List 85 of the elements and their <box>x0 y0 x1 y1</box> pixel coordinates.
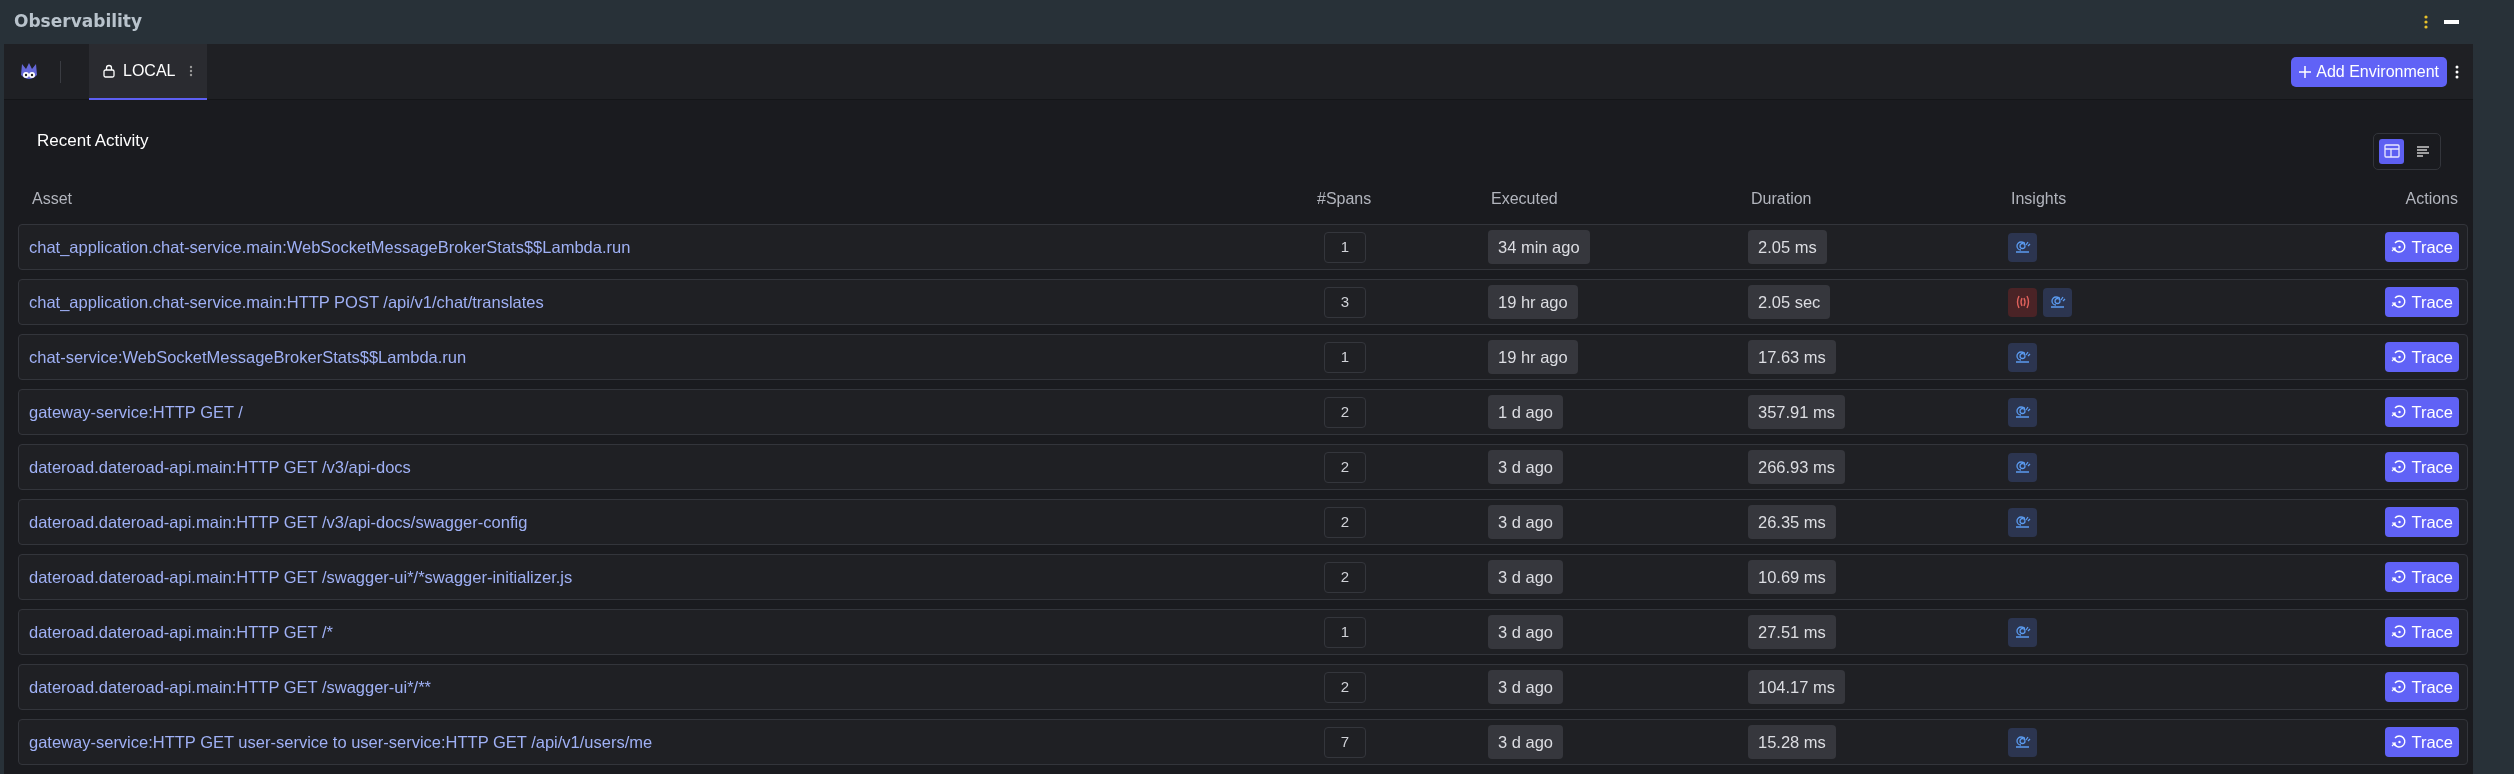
executed-time: 3 d ago <box>1488 669 1564 705</box>
trace-button[interactable]: Trace <box>2385 506 2459 538</box>
trace-button[interactable]: Trace <box>2385 726 2459 758</box>
column-header: Duration <box>1751 189 1813 209</box>
span-count: 2 <box>1324 451 1366 483</box>
snail-icon[interactable] <box>2008 452 2037 482</box>
span-count: 2 <box>1324 396 1366 428</box>
trace-button[interactable]: Trace <box>2385 286 2459 318</box>
error-brackets-icon[interactable] <box>2008 287 2037 317</box>
span-count: 1 <box>1324 341 1366 373</box>
span-count: 2 <box>1324 671 1366 703</box>
span-count: 1 <box>1324 616 1366 648</box>
snail-icon[interactable] <box>2008 727 2037 757</box>
duration-value: 266.93 ms <box>1748 449 1846 485</box>
trace-button[interactable]: Trace <box>2385 671 2459 703</box>
trace-icon <box>2391 734 2408 750</box>
executed-time: 3 d ago <box>1488 449 1564 485</box>
trace-icon <box>2391 569 2408 585</box>
trace-icon <box>2391 239 2408 255</box>
asset-link[interactable]: dateroad.dateroad-api.main:HTTP GET /* <box>29 619 1314 645</box>
trace-button[interactable]: Trace <box>2385 341 2459 373</box>
more-icon[interactable] <box>2424 15 2428 29</box>
trace-icon <box>2391 294 2408 310</box>
asset-link[interactable]: chat-service:WebSocketMessageBrokerStats$$Lambda.run <box>29 344 1314 370</box>
column-header: Insights <box>2011 189 2068 209</box>
trace-button[interactable]: Trace <box>2385 561 2459 593</box>
trace-icon <box>2391 624 2408 640</box>
duration-value: 104.17 ms <box>1748 669 1846 705</box>
duration-value: 15.28 ms <box>1748 724 1836 760</box>
trace-button[interactable]: Trace <box>2385 451 2459 483</box>
span-count: 1 <box>1324 231 1366 263</box>
asset-link[interactable]: gateway-service:HTTP GET / <box>29 399 1314 425</box>
asset-link[interactable]: dateroad.dateroad-api.main:HTTP GET /v3/api-docs/swagger-config <box>29 509 1314 535</box>
column-header: Actions <box>2405 189 2458 209</box>
plus-icon <box>2299 65 2312 78</box>
asset-link[interactable]: gateway-service:HTTP GET user-service to user-service:HTTP GET /api/v1/users/me <box>29 729 1314 755</box>
more-icon[interactable] <box>2455 64 2459 79</box>
table-view-button[interactable] <box>2379 138 2404 164</box>
snail-icon[interactable] <box>2008 507 2037 537</box>
table-icon <box>2382 142 2401 160</box>
executed-time: 3 d ago <box>1488 504 1564 540</box>
asset-link[interactable]: dateroad.dateroad-api.main:HTTP GET /swagger-ui*/** <box>29 674 1314 700</box>
column-header: #Spans <box>1317 189 1373 209</box>
trace-icon <box>2391 679 2408 695</box>
asset-link[interactable]: dateroad.dateroad-api.main:HTTP GET /v3/api-docs <box>29 454 1314 480</box>
trace-button[interactable]: Trace <box>2385 231 2459 263</box>
executed-time: 3 d ago <box>1488 724 1564 760</box>
span-count: 2 <box>1324 506 1366 538</box>
snail-icon[interactable] <box>2008 617 2037 647</box>
trace-icon <box>2391 459 2408 475</box>
duration-value: 10.69 ms <box>1748 559 1836 595</box>
asset-link[interactable]: chat_application.chat-service.main:WebSocketMessageBrokerStats$$Lambda.run <box>29 234 1314 260</box>
duration-value: 357.91 ms <box>1748 394 1846 430</box>
duration-value: 27.51 ms <box>1748 614 1836 650</box>
trace-button[interactable]: Trace <box>2385 616 2459 648</box>
duration-value: 26.35 ms <box>1748 504 1836 540</box>
trace-icon <box>2391 349 2408 365</box>
duration-value: 2.05 sec <box>1748 284 1831 320</box>
executed-time: 3 d ago <box>1488 559 1564 595</box>
section-title: Recent Activity <box>36 130 149 153</box>
executed-time: 19 hr ago <box>1488 284 1578 320</box>
asset-link[interactable]: dateroad.dateroad-api.main:HTTP GET /swagger-ui*/*swagger-initializer.js <box>29 564 1314 590</box>
executed-time: 34 min ago <box>1488 229 1590 265</box>
snail-icon[interactable] <box>2008 232 2037 262</box>
snail-icon[interactable] <box>2008 342 2037 372</box>
executed-time: 19 hr ago <box>1488 339 1578 375</box>
span-count: 3 <box>1324 286 1366 318</box>
environment-tab[interactable]: LOCAL <box>89 43 208 100</box>
column-header: Asset <box>32 189 73 209</box>
executed-time: 1 d ago <box>1488 394 1564 430</box>
add-environment-button[interactable]: Add Environment <box>2291 56 2447 87</box>
trace-icon <box>2391 514 2408 530</box>
duration-value: 2.05 ms <box>1748 229 1827 265</box>
snail-icon[interactable] <box>2008 397 2037 427</box>
window-title: Observability <box>14 10 143 34</box>
column-header: Executed <box>1491 189 1559 209</box>
duration-value: 17.63 ms <box>1748 339 1836 375</box>
trace-icon <box>2391 404 2408 420</box>
span-count: 2 <box>1324 561 1366 593</box>
span-count: 7 <box>1324 726 1366 758</box>
snail-icon[interactable] <box>2043 287 2072 317</box>
executed-time: 3 d ago <box>1488 614 1564 650</box>
asset-link[interactable]: chat_application.chat-service.main:HTTP POST /api/v1/chat/translates <box>29 289 1314 315</box>
trace-button[interactable]: Trace <box>2385 396 2459 428</box>
lock-icon <box>103 63 115 78</box>
